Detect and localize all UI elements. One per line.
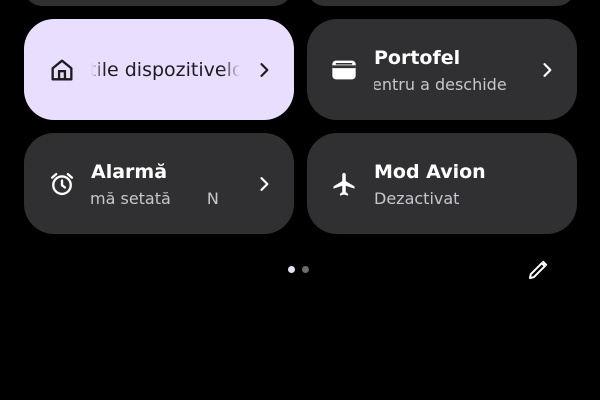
alarm-clock-icon xyxy=(48,170,76,198)
quick-tile-alarm[interactable]: Alarmă mă setată N xyxy=(24,133,294,234)
quick-tile-device-controls[interactable]: tile dispozitivelo xyxy=(24,19,294,120)
tile-subtitle-text: mă setată xyxy=(91,189,171,208)
tile-text: Portofel entru a deschide xyxy=(374,19,523,120)
quick-tile-top-right[interactable] xyxy=(307,0,575,6)
quick-tile-airplane-mode[interactable]: Mod Avion Dezactivat xyxy=(307,133,577,234)
quick-tile-top-left[interactable] xyxy=(24,0,292,6)
quick-settings-panel: tile dispozitivelo Portofel entru a desc… xyxy=(0,0,600,400)
edit-tiles-button[interactable] xyxy=(526,258,550,282)
tile-label: Alarmă xyxy=(91,161,168,183)
wallet-icon xyxy=(330,56,358,84)
home-icon xyxy=(48,56,76,84)
chevron-right-icon xyxy=(254,60,274,80)
pencil-icon xyxy=(526,258,550,282)
tile-label: Mod Avion xyxy=(374,161,486,183)
tile-subtitle: mă setată N xyxy=(91,189,219,208)
page-dot[interactable] xyxy=(302,266,309,273)
page-dot-active[interactable] xyxy=(288,266,295,273)
tile-subtitle: Dezactivat xyxy=(374,189,460,208)
airplane-icon xyxy=(330,170,358,198)
chevron-right-icon xyxy=(537,60,557,80)
tile-text: tile dispozitivelo xyxy=(91,19,240,120)
tile-label: tile dispozitivelo xyxy=(91,59,240,81)
quick-tile-wallet[interactable]: Portofel entru a deschide xyxy=(307,19,577,120)
tile-subtitle-next: N xyxy=(206,189,219,208)
tile-text: Mod Avion Dezactivat xyxy=(374,133,523,234)
tile-subtitle: entru a deschide xyxy=(374,75,507,94)
chevron-right-icon xyxy=(254,174,274,194)
tile-text: Alarmă mă setată N xyxy=(91,133,240,234)
tile-label: Portofel xyxy=(374,47,461,69)
